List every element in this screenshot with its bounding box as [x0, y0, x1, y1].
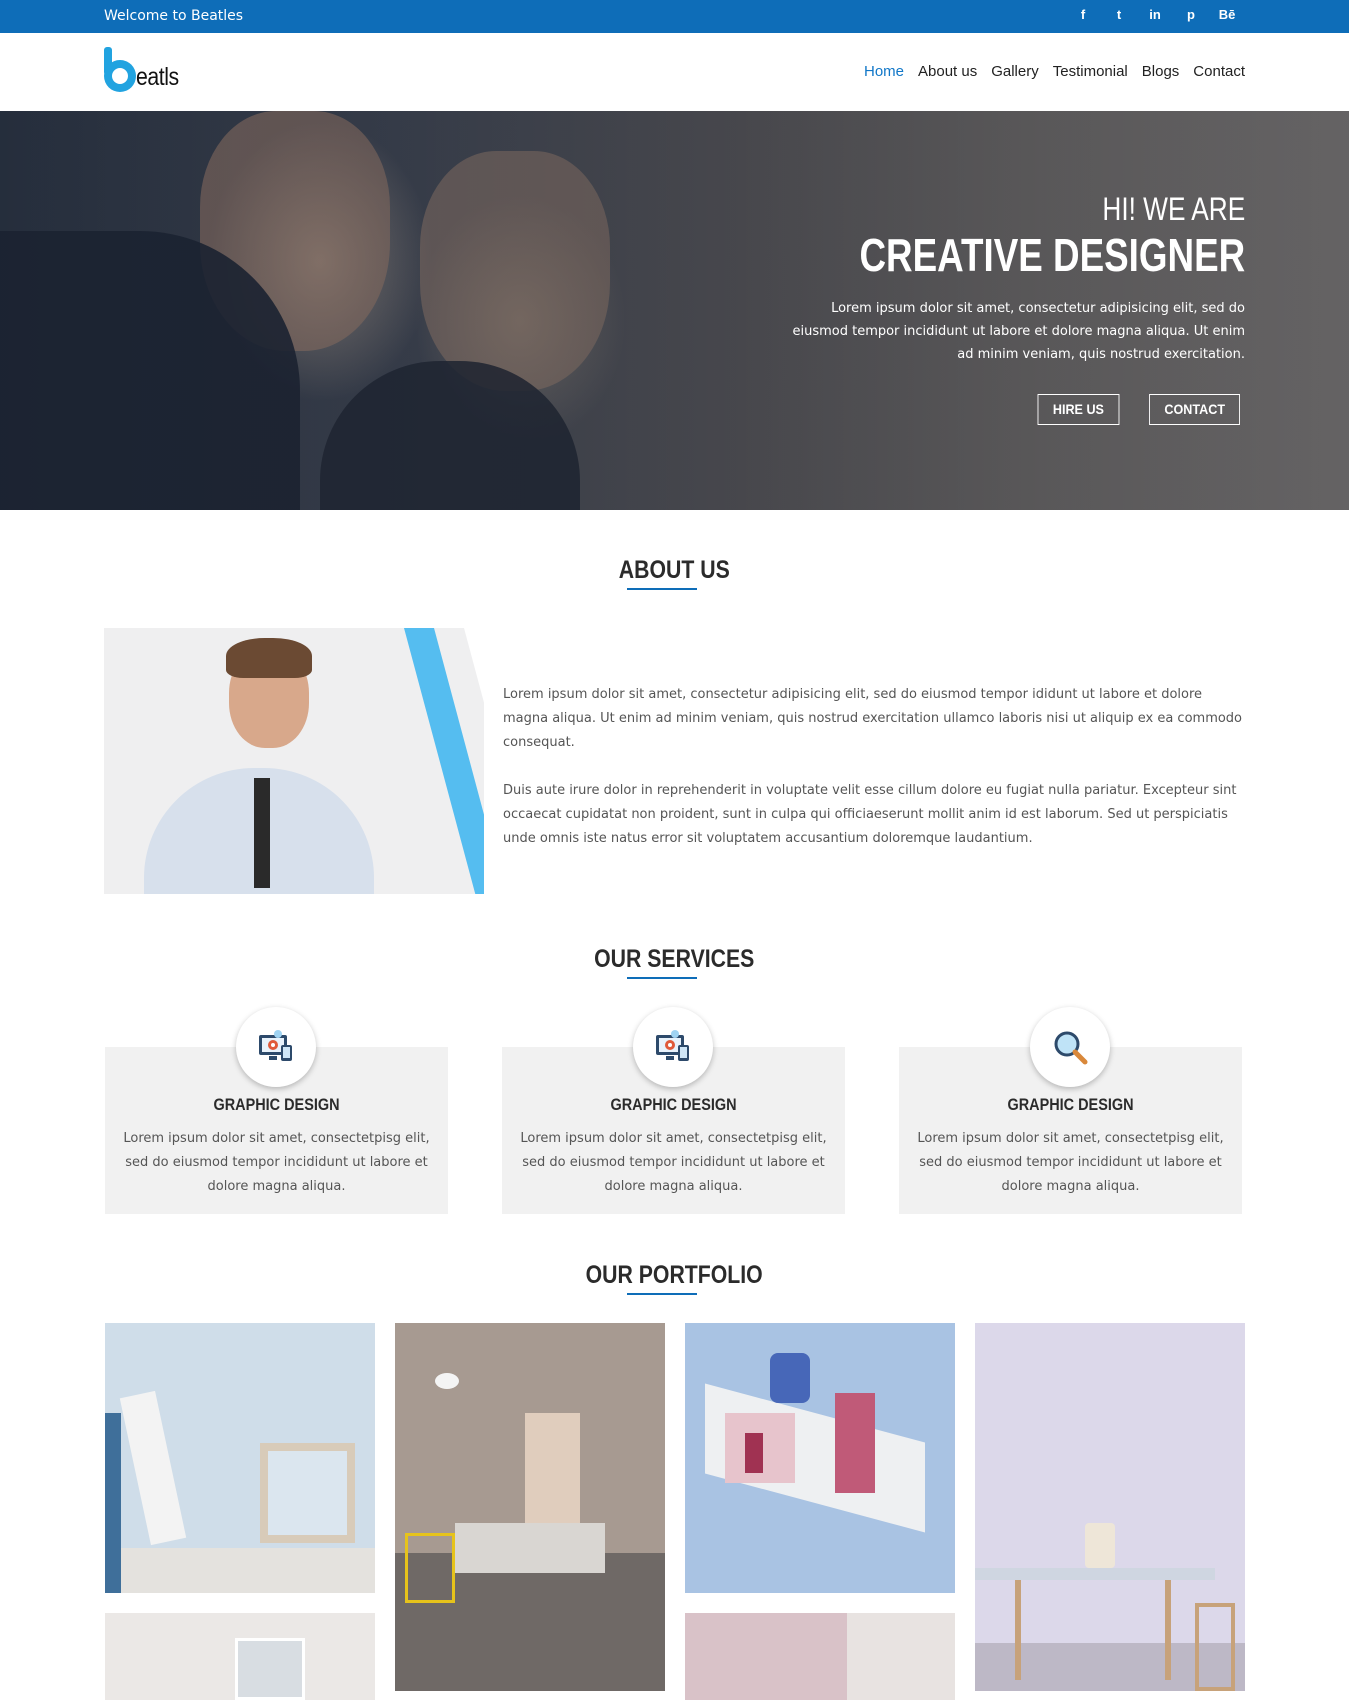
service-text: Lorem ipsum dolor sit amet, consectetpis… [917, 1131, 1224, 1194]
nav-about-us[interactable]: About us [918, 63, 977, 80]
service-text: Lorem ipsum dolor sit amet, consectetpis… [520, 1131, 827, 1194]
hero-banner: HI! WE ARE CREATIVE DESIGNER Lorem ipsum… [0, 111, 1349, 510]
portfolio-item[interactable] [975, 1323, 1245, 1691]
service-card[interactable]: GRAPHIC DESIGN Lorem ipsum dolor sit ame… [502, 1007, 845, 1214]
book [119, 1390, 187, 1546]
service-title: GRAPHIC DESIGN [1007, 1095, 1134, 1114]
logo-circle [104, 60, 136, 92]
social-links: f t in p Bē [1065, 7, 1245, 22]
about-paragraph-2: Duis aute irure dolor in reprehenderit i… [503, 783, 1237, 846]
title-underline [626, 1293, 697, 1295]
twitter-icon[interactable]: t [1101, 7, 1137, 22]
nav-home[interactable]: Home [864, 63, 904, 80]
cloth [105, 1413, 121, 1593]
chair [1195, 1603, 1235, 1691]
magnifier-icon [1029, 1007, 1110, 1087]
nav-testimonial[interactable]: Testimonial [1053, 63, 1128, 80]
accent-stripe [404, 628, 484, 894]
hero-subtitle: HI! WE ARE [1102, 191, 1245, 227]
paper-wall [835, 1393, 875, 1493]
portfolio-section-title: OUR PORTFOLIO [0, 1261, 1349, 1295]
shelf-frame [260, 1443, 355, 1543]
welcome-text: Welcome to Beatles [104, 8, 244, 24]
portfolio-title: OUR PORTFOLIO [585, 1261, 764, 1289]
pinterest-icon[interactable]: p [1173, 7, 1209, 22]
about-text: Lorem ipsum dolor sit amet, consectetur … [503, 683, 1248, 851]
header: eatls Home About us Gallery Testimonial … [0, 33, 1349, 111]
about-person-tie [254, 778, 270, 888]
portfolio-item[interactable] [395, 1323, 665, 1691]
contact-button[interactable]: CONTACT [1148, 394, 1240, 425]
monitor-gear-icon [632, 1007, 713, 1087]
monitor-gear-icon [235, 1007, 316, 1087]
shelf-board [105, 1548, 375, 1593]
yellow-chair [405, 1533, 455, 1603]
window [235, 1638, 305, 1700]
paper-door [745, 1433, 763, 1473]
portfolio-item[interactable] [685, 1323, 955, 1593]
services-section-title: OUR SERVICES [0, 945, 1349, 979]
behance-icon[interactable]: Bē [1209, 7, 1245, 22]
main-nav: Home About us Gallery Testimonial Blogs … [864, 63, 1245, 80]
paper-blue [770, 1353, 810, 1403]
about-paragraph-1: Lorem ipsum dolor sit amet, consectetur … [503, 687, 1243, 750]
bench [455, 1523, 605, 1573]
about-image [104, 628, 484, 894]
portfolio-item[interactable] [105, 1613, 375, 1700]
nav-gallery[interactable]: Gallery [991, 63, 1039, 80]
about-title: ABOUT US [619, 556, 730, 584]
title-underline [626, 977, 697, 979]
service-card[interactable]: GRAPHIC DESIGN Lorem ipsum dolor sit ame… [899, 1007, 1242, 1214]
service-title: GRAPHIC DESIGN [610, 1095, 737, 1114]
hero-title: CREATIVE DESIGNER [859, 229, 1245, 281]
service-title: GRAPHIC DESIGN [213, 1095, 340, 1114]
jar [1085, 1523, 1115, 1568]
portfolio-item[interactable] [685, 1613, 955, 1700]
linkedin-icon[interactable]: in [1137, 7, 1173, 22]
top-bar: Welcome to Beatles f t in p Bē [0, 0, 1349, 33]
title-underline [626, 588, 697, 590]
table-leg [1015, 1580, 1021, 1680]
table-leg [1165, 1580, 1171, 1680]
table-top [975, 1568, 1215, 1580]
lamp [435, 1373, 459, 1389]
portfolio-item[interactable] [105, 1323, 375, 1593]
about-section-title: ABOUT US [0, 556, 1349, 590]
nav-blogs[interactable]: Blogs [1142, 63, 1180, 80]
service-text: Lorem ipsum dolor sit amet, consectetpis… [123, 1131, 430, 1194]
logo[interactable]: eatls [104, 47, 194, 93]
nav-contact[interactable]: Contact [1193, 63, 1245, 80]
service-card[interactable]: GRAPHIC DESIGN Lorem ipsum dolor sit ame… [105, 1007, 448, 1214]
hero-buttons: HIRE US CONTACT [1033, 394, 1245, 425]
facebook-icon[interactable]: f [1065, 7, 1101, 22]
hire-us-button[interactable]: HIRE US [1037, 394, 1120, 425]
logo-text: eatls [136, 63, 179, 91]
services-title: OUR SERVICES [594, 945, 755, 973]
about-person-hair [226, 638, 312, 678]
hero-description: Lorem ipsum dolor sit amet, consectetur … [792, 301, 1245, 362]
